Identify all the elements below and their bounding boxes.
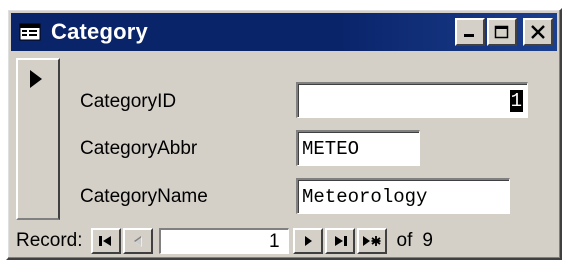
new-record-icon xyxy=(362,236,381,246)
category-form-window: Category CategoryID 1 CategoryAbbr METEO… xyxy=(6,8,562,260)
minimize-button[interactable] xyxy=(455,18,485,46)
next-record-button[interactable] xyxy=(292,228,323,254)
last-record-icon xyxy=(334,236,347,246)
new-record-button[interactable] xyxy=(356,228,387,254)
record-label: Record: xyxy=(16,230,83,251)
category-id-value: 1 xyxy=(509,89,523,112)
record-navigation-bar: Record: 1 of 9 xyxy=(16,226,556,256)
previous-record-icon xyxy=(133,236,142,247)
close-button[interactable] xyxy=(523,18,553,46)
category-abbr-label: CategoryAbbr xyxy=(80,138,198,159)
current-record-arrow-icon xyxy=(30,70,42,88)
current-record-input[interactable]: 1 xyxy=(158,228,289,254)
previous-record-button[interactable] xyxy=(122,228,153,254)
of-label: of xyxy=(396,230,413,251)
category-abbr-field[interactable]: METEO xyxy=(296,130,420,166)
record-selector[interactable] xyxy=(16,58,60,220)
next-record-icon xyxy=(304,236,312,246)
last-record-button[interactable] xyxy=(324,228,355,254)
first-record-icon xyxy=(98,236,111,246)
category-name-field[interactable]: Meteorology xyxy=(296,178,510,214)
close-icon xyxy=(531,25,545,39)
category-name-label: CategoryName xyxy=(80,186,208,207)
first-record-button[interactable] xyxy=(90,228,121,254)
maximize-icon xyxy=(494,25,509,39)
title-bar[interactable]: Category xyxy=(11,13,557,51)
maximize-button[interactable] xyxy=(487,18,517,46)
total-records-count: 9 xyxy=(422,230,433,251)
form-detail-area: CategoryID 1 CategoryAbbr METEO Category… xyxy=(16,58,554,220)
category-id-label: CategoryID xyxy=(80,91,177,112)
form-icon xyxy=(17,21,43,43)
category-id-field[interactable]: 1 xyxy=(296,82,528,118)
minimize-icon xyxy=(464,34,474,37)
window-title: Category xyxy=(51,19,148,44)
category-abbr-value: METEO xyxy=(302,137,360,160)
category-name-value: Meteorology xyxy=(302,185,428,208)
